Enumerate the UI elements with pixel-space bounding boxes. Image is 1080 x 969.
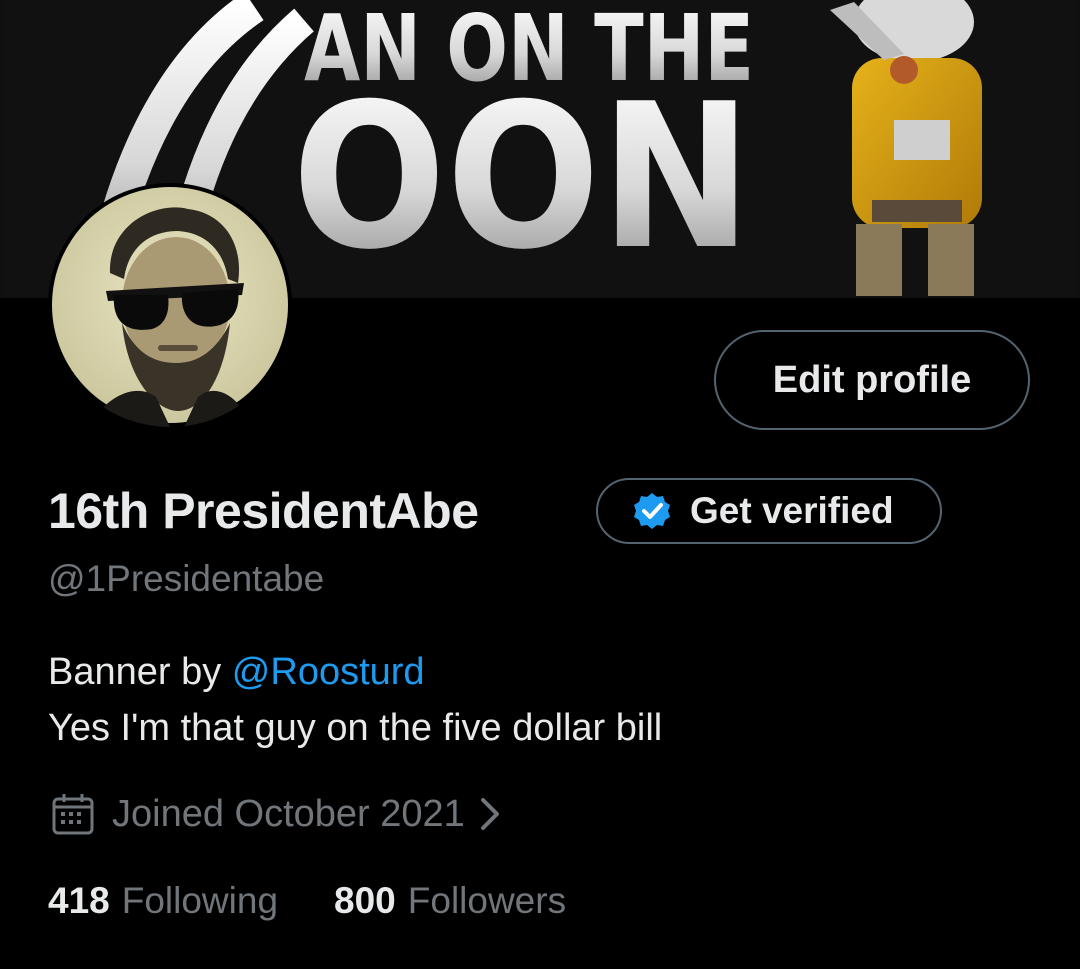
avatar-image: [52, 187, 288, 427]
followers-label: Followers: [407, 880, 567, 921]
user-handle: @1Presidentabe: [48, 558, 325, 599]
display-name: 16th PresidentAbe: [48, 483, 479, 539]
verified-badge-icon: [634, 493, 670, 529]
following-count: 418: [48, 880, 110, 921]
bio-line-2: Yes I'm that guy on the five dollar bill: [48, 707, 663, 749]
svg-text:OON: OON: [292, 61, 752, 294]
profile-page: AN ON THE OON Edit profile 16th Presiden…: [0, 0, 1080, 969]
edit-profile-button[interactable]: Edit profile: [714, 330, 1030, 430]
get-verified-button[interactable]: Get verified: [596, 478, 942, 544]
bio-prefix: Banner by: [48, 651, 232, 693]
bio-mention-link[interactable]: @Roosturd: [232, 651, 425, 693]
follow-stats: 418 Following 800 Followers: [48, 876, 566, 926]
profile-bio: Banner by @Roosturd Yes I'm that guy on …: [48, 644, 662, 756]
following-link[interactable]: 418 Following: [48, 876, 278, 926]
followers-count: 800: [334, 880, 396, 921]
bio-line-1: Banner by @Roosturd: [48, 644, 662, 700]
joined-date-link[interactable]: Joined October 2021: [50, 786, 505, 842]
get-verified-label: Get verified: [690, 490, 894, 531]
followers-link[interactable]: 800 Followers: [334, 876, 566, 926]
profile-avatar[interactable]: [48, 183, 292, 427]
following-label: Following: [121, 880, 279, 921]
calendar-icon: [52, 794, 94, 835]
joined-date-text: Joined October 2021: [112, 793, 465, 835]
chevron-right-icon: [480, 798, 499, 830]
